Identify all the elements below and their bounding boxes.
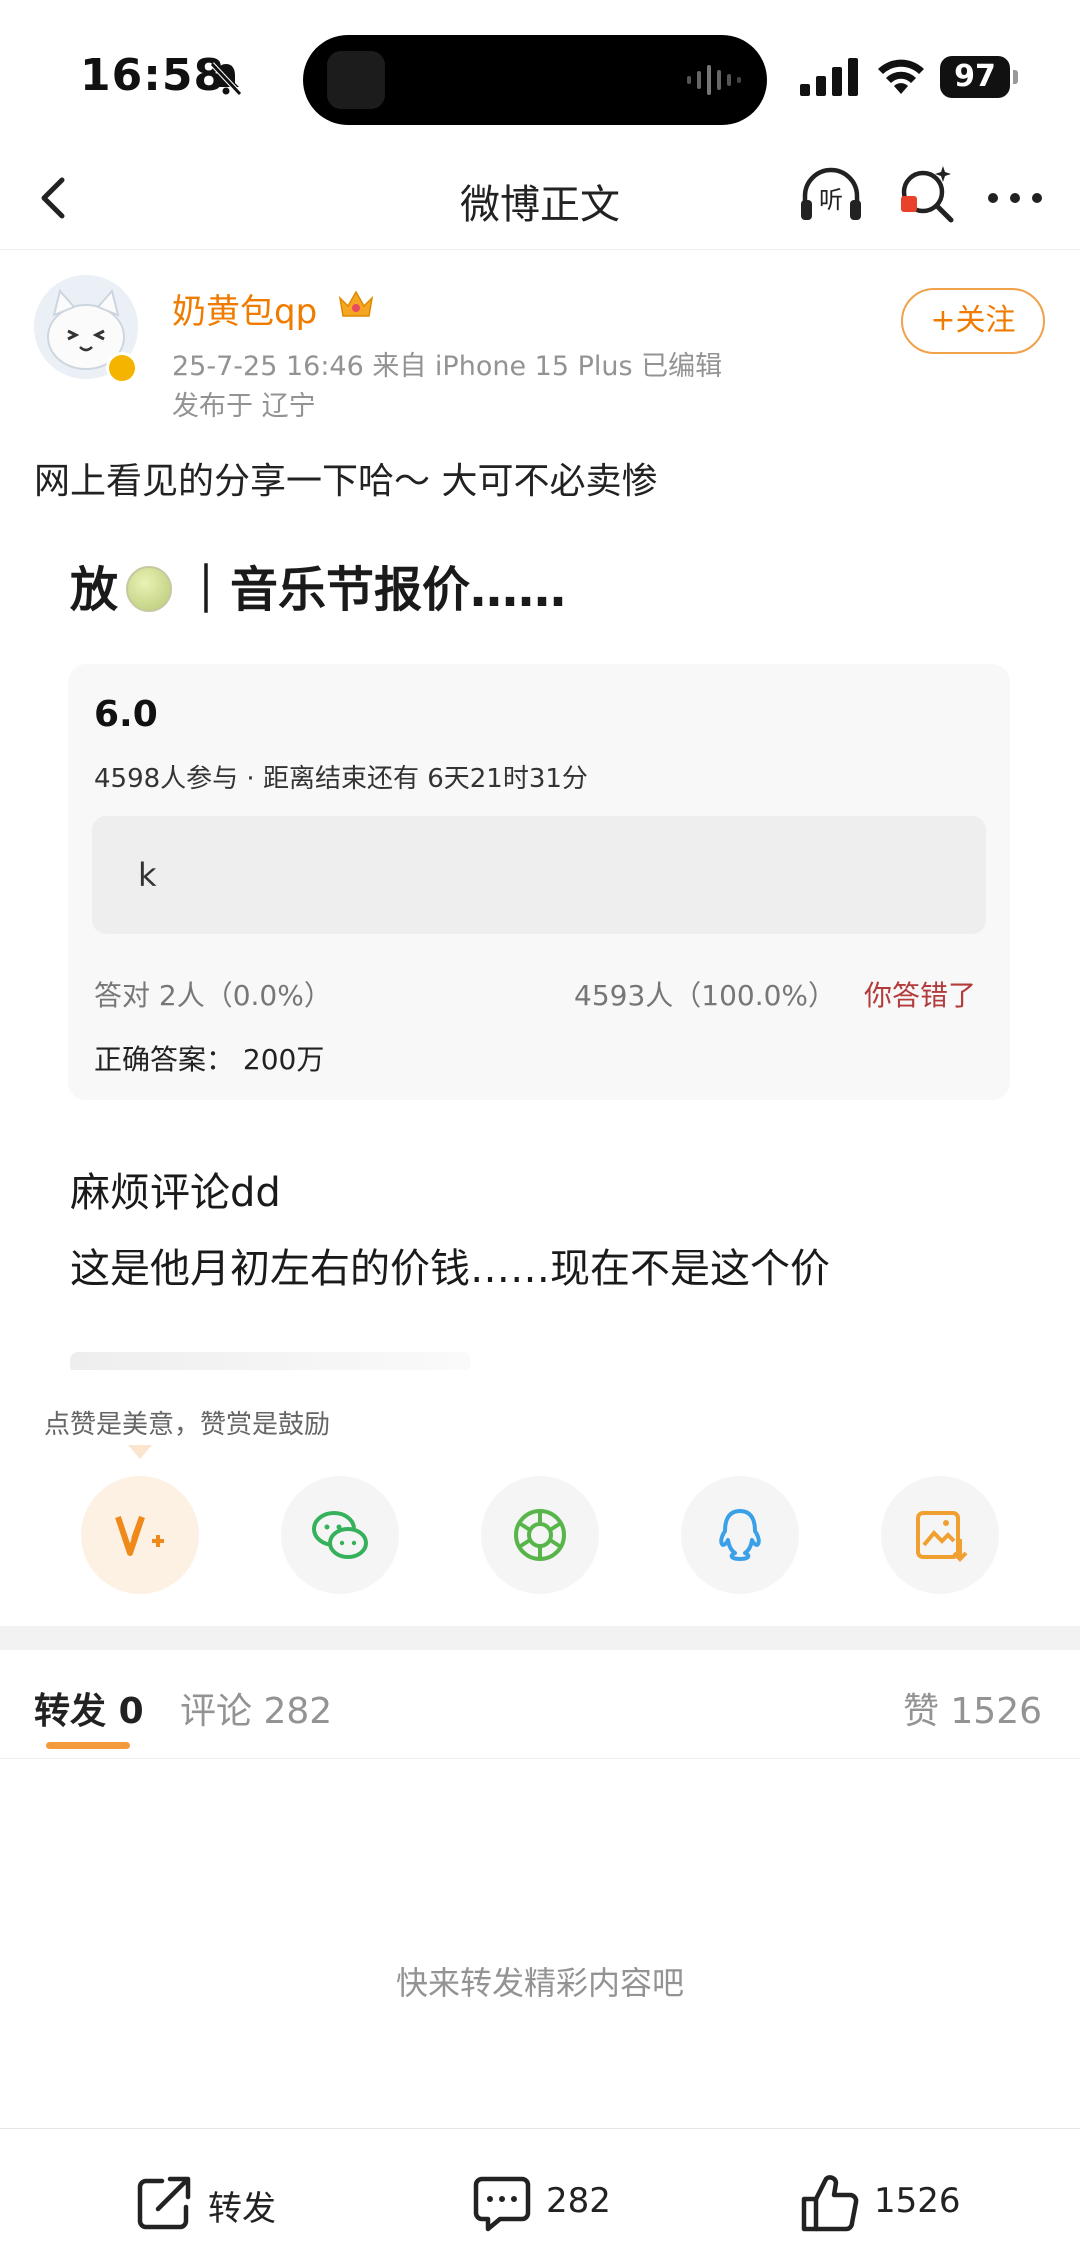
repost-icon — [137, 2176, 191, 2230]
tab-repost[interactable]: 转发 0 — [34, 1682, 144, 1734]
tab-like[interactable]: 赞 1526 — [903, 1682, 1042, 1734]
comment-count: 282 — [546, 2181, 611, 2221]
battery-level: 97 — [940, 56, 1010, 98]
post-location: 发布于 辽宁 — [172, 391, 316, 422]
verified-badge-icon — [106, 352, 138, 384]
wechat-icon — [312, 1511, 368, 1559]
reward-button[interactable] — [81, 1476, 199, 1594]
more-options-icon[interactable] — [985, 178, 1045, 218]
thumbs-up-icon — [801, 2175, 859, 2232]
image-title: 放 ｜音乐节报价…… — [70, 550, 566, 620]
tab-divider — [0, 1758, 1080, 1759]
image-text-line-1: 麻烦评论dd — [70, 1170, 281, 1216]
battery-indicator: 97 — [940, 56, 1018, 98]
wifi-icon — [878, 59, 924, 94]
reward-tip: 点赞是美意，赞赏是鼓励 — [44, 1410, 331, 1440]
nav-bar: 微博正文 听 — [0, 150, 1080, 250]
like-count: 1526 — [874, 2181, 961, 2221]
camera-icon — [327, 51, 385, 109]
image-title-right: ｜音乐节报价…… — [182, 562, 567, 618]
cellular-signal-icon — [800, 58, 858, 96]
bell-muted-icon — [210, 62, 242, 96]
melon-emoji-icon — [126, 566, 173, 612]
svg-text:听: 听 — [819, 186, 843, 214]
follow-button[interactable]: +关注 — [901, 288, 1045, 354]
listen-headphones-icon[interactable]: 听 — [795, 160, 867, 232]
tab-repost-count: 0 — [118, 1691, 144, 1732]
moments-icon — [514, 1509, 566, 1561]
like-button[interactable]: 1526 — [798, 2171, 998, 2235]
tab-repost-label: 转发 — [34, 1691, 107, 1732]
tab-active-indicator — [46, 1742, 130, 1749]
qq-icon — [719, 1509, 761, 1561]
quiz-answer-box: k — [92, 816, 986, 934]
comment-button[interactable]: 282 — [470, 2171, 670, 2235]
battery-cap — [1013, 70, 1018, 84]
author-name[interactable]: 奶黄包qp — [172, 284, 317, 333]
image-text-line-2: 这是他月初左右的价钱……现在不是这个价 — [70, 1246, 830, 1292]
quiz-score: 6.0 — [94, 694, 158, 735]
quiz-card: 6.0 4598人参与 · 距离结束还有 6天21时31分 k 答对 2人（0.… — [68, 664, 1010, 1100]
dynamic-island — [303, 35, 767, 125]
save-image-button[interactable] — [881, 1476, 999, 1594]
quiz-answer: k — [138, 856, 157, 894]
quiz-result: 你答错了 — [864, 979, 977, 1012]
image-title-left: 放 — [70, 562, 119, 618]
section-divider — [0, 1626, 1080, 1650]
empty-repost-text: 快来转发精彩内容吧 — [395, 1964, 684, 2002]
image-faded-footer — [70, 1352, 470, 1370]
tip-pointer-icon — [128, 1445, 152, 1459]
save-image-icon — [916, 1511, 968, 1562]
post-meta: 25-7-25 16:46 来自 iPhone 15 Plus 已编辑 — [172, 351, 723, 382]
tab-comment[interactable]: 评论 282 — [180, 1682, 332, 1734]
audio-wave-icon — [687, 65, 741, 95]
status-time: 16:58 — [80, 50, 226, 101]
vip-crown-icon[interactable] — [336, 284, 376, 324]
reward-icon — [115, 1515, 164, 1556]
repost-button[interactable]: 转发 — [132, 2171, 332, 2235]
comment-icon — [473, 2176, 531, 2232]
post-text: 网上看见的分享一下哈～ 大可不必卖惨 — [34, 461, 658, 502]
share-wechat-button[interactable] — [281, 1476, 399, 1594]
share-moments-button[interactable] — [481, 1476, 599, 1594]
status-bar: 16:58 97 — [0, 0, 1080, 150]
quiz-participants: 4598人参与 · 距离结束还有 6天21时31分 — [94, 764, 588, 794]
share-qq-button[interactable] — [681, 1476, 799, 1594]
ai-search-icon[interactable] — [895, 162, 957, 228]
post-image[interactable]: 放 ｜音乐节报价…… 6.0 4598人参与 · 距离结束还有 6天21时31分 … — [40, 528, 1040, 1370]
repost-label: 转发 — [208, 2189, 276, 2229]
quiz-wrong-count: 4593人（100.0%） — [574, 979, 837, 1012]
bottom-action-bar: 转发 282 1526 — [0, 2128, 1080, 2268]
quiz-correct-count: 答对 2人（0.0%） — [94, 979, 332, 1012]
quiz-correct-answer: 正确答案： 200万 — [94, 1043, 325, 1076]
